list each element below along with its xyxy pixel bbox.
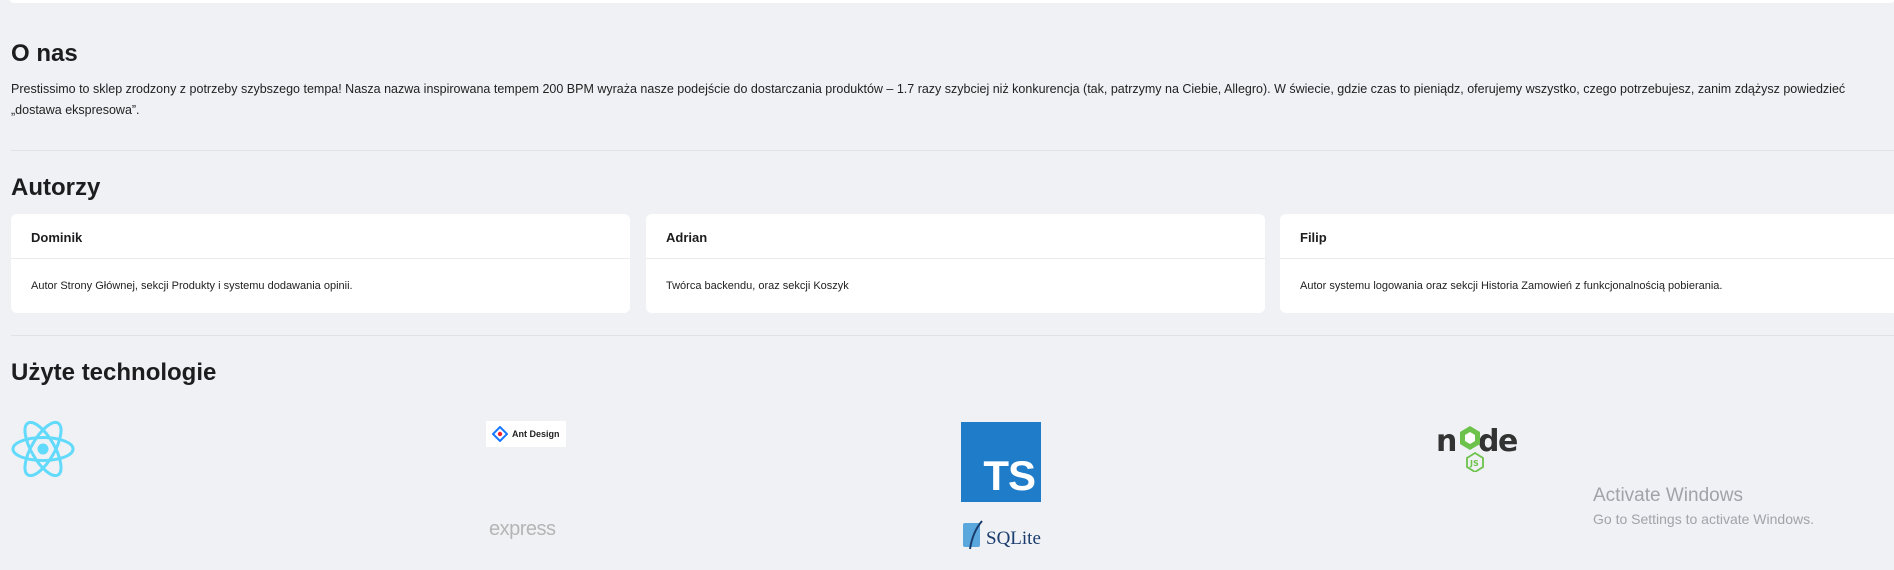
ant-diamond-icon [492,426,508,442]
typescript-label: TS [983,452,1036,499]
author-description: Autor systemu logowania oraz sekcji Hist… [1300,280,1723,292]
author-card-adrian: Adrian Twórca backendu, oraz sekcji Kosz… [646,214,1265,313]
react-logo-icon [10,418,76,485]
divider [11,335,1894,336]
svg-text:n: n [1436,424,1457,459]
card-divider [11,258,630,259]
about-text: Prestissimo to sklep zrodzony z potrzeby… [11,82,1846,117]
ant-design-label: Ant Design [512,429,560,439]
svg-text:e: e [1498,424,1518,459]
card-divider [1280,258,1894,259]
express-logo-icon: express [489,518,556,540]
author-card-dominik: Dominik Autor Strony Głównej, sekcji Pro… [11,214,630,313]
technologies-heading: Użyte technologie [11,359,217,386]
sqlite-feather-icon [963,520,983,550]
svg-text:JS: JS [1469,459,1479,468]
sqlite-label: SQLite [986,528,1041,549]
author-description: Twórca backendu, oraz sekcji Koszyk [666,280,849,292]
activate-windows-title: Activate Windows [1593,485,1743,506]
svg-text:d: d [1478,424,1499,459]
divider [11,150,1894,151]
activate-windows-subtitle: Go to Settings to activate Windows. [1593,511,1814,527]
about-heading: O nas [11,40,78,67]
authors-heading: Autorzy [11,174,101,201]
previous-section-card [10,0,1894,3]
author-description: Autor Strony Głównej, sekcji Produkty i … [31,280,353,292]
author-name: Dominik [31,230,83,245]
author-name: Adrian [666,230,708,245]
typescript-logo-icon: TS [961,422,1041,502]
card-divider [646,258,1265,259]
author-name: Filip [1300,230,1327,245]
nodejs-logo-icon: n d e JS [1434,420,1520,477]
sqlite-logo-icon: SQLite [962,520,1041,550]
author-card-filip: Filip Autor systemu logowania oraz sekcj… [1280,214,1894,313]
ant-design-logo-icon: Ant Design [486,421,566,447]
